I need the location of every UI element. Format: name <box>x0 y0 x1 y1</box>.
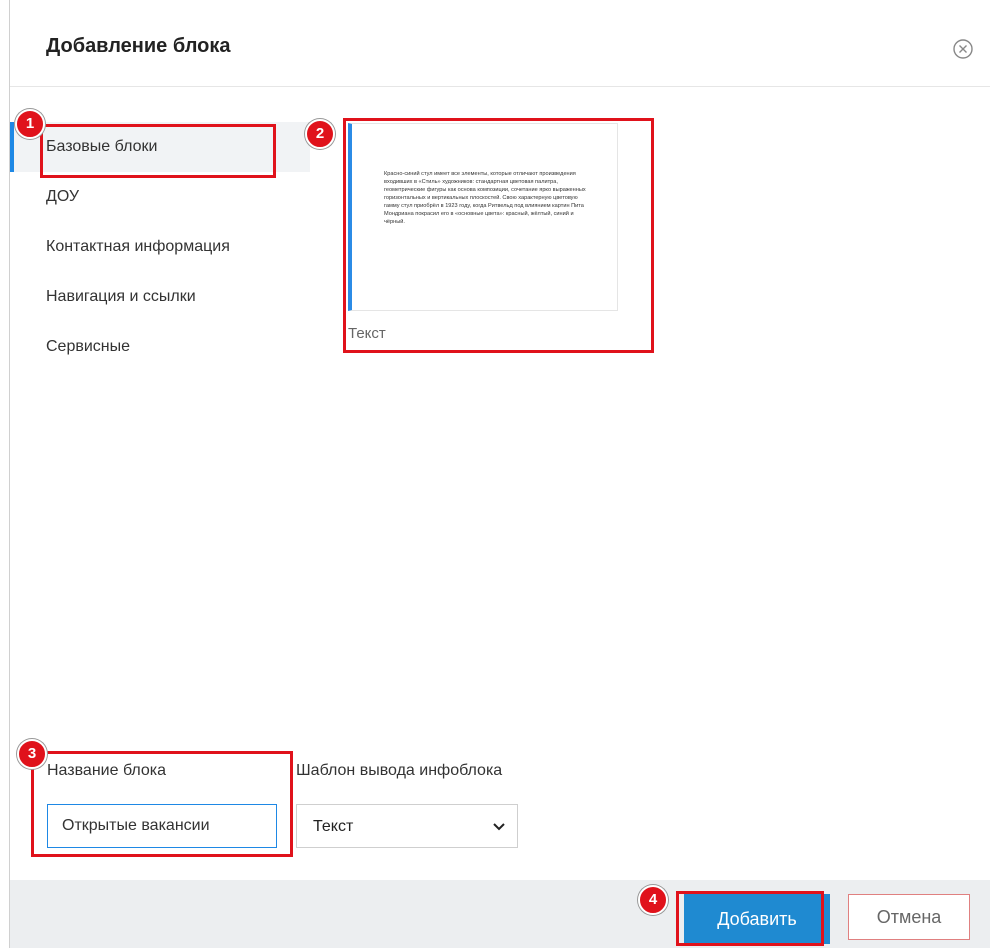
block-name-input[interactable] <box>47 804 277 848</box>
step-badge-3: 3 <box>17 739 47 769</box>
sidebar-item-label: ДОУ <box>46 188 80 205</box>
dialog-title: Добавление блока <box>46 35 231 57</box>
sidebar-item-services[interactable]: Сервисные <box>10 322 310 372</box>
sidebar-item-label: Сервисные <box>46 338 131 355</box>
dialog-header: Добавление блока <box>10 0 990 87</box>
sidebar-item-contacts[interactable]: Контактная информация <box>10 222 310 272</box>
block-preview[interactable]: Красно-синий стул имеет все элементы, ко… <box>348 123 618 311</box>
sidebar-item-label: Контактная информация <box>46 238 230 255</box>
block-card-label: Текст <box>348 325 386 342</box>
step-badge-1: 1 <box>15 109 45 139</box>
chevron-down-icon <box>493 805 505 849</box>
block-card-text[interactable]: Красно-синий стул имеет все элементы, ко… <box>348 123 620 342</box>
add-button[interactable]: Добавить <box>684 894 830 944</box>
close-icon[interactable] <box>952 38 974 60</box>
block-name-label: Название блока <box>47 762 167 779</box>
template-label: Шаблон вывода инфоблока <box>296 762 503 779</box>
sidebar-item-dou[interactable]: ДОУ <box>10 172 310 222</box>
sidebar-item-basic-blocks[interactable]: Базовые блоки <box>10 122 310 172</box>
step-badge-2: 2 <box>305 119 335 149</box>
block-preview-text: Красно-синий стул имеет все элементы, ко… <box>384 171 586 225</box>
dialog-footer <box>10 880 990 948</box>
sidebar-item-label: Навигация и ссылки <box>46 288 196 305</box>
template-select[interactable]: Текст <box>296 804 518 848</box>
sidebar-item-label: Базовые блоки <box>46 138 158 155</box>
step-badge-4: 4 <box>638 885 668 915</box>
template-select-value: Текст <box>313 818 354 835</box>
sidebar-item-navigation[interactable]: Навигация и ссылки <box>10 272 310 322</box>
cancel-button[interactable]: Отмена <box>848 894 970 940</box>
add-block-dialog: Добавление блока Базовые блоки ДОУ Конта… <box>10 0 990 948</box>
category-sidebar: Базовые блоки ДОУ Контактная информация … <box>10 122 310 372</box>
